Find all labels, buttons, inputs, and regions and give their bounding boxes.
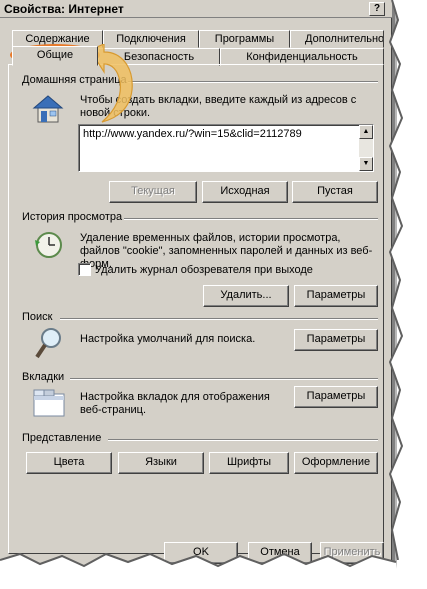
- home-group-divider: [128, 81, 378, 83]
- tabs-window-icon: [33, 389, 65, 417]
- history-settings-button[interactable]: Параметры: [294, 285, 378, 307]
- tab-advanced[interactable]: Дополнительно: [290, 30, 384, 48]
- help-button[interactable]: ?: [369, 2, 385, 16]
- apply-button[interactable]: Применить: [320, 542, 384, 564]
- use-blank-button[interactable]: Пустая: [292, 181, 378, 203]
- search-group-title: Поиск: [22, 311, 53, 323]
- use-current-button[interactable]: Текущая: [109, 181, 197, 203]
- search-description: Настройка умолчаний для поиска.: [80, 333, 256, 345]
- appearance-group-divider: [108, 439, 378, 441]
- cancel-button[interactable]: Отмена: [248, 542, 312, 564]
- url-scrollbar[interactable]: ▲ ▼: [359, 125, 373, 171]
- appearance-group-title: Представление: [22, 432, 102, 444]
- house-icon: [32, 95, 64, 123]
- tabs-group-title: Вкладки: [22, 371, 65, 383]
- delete-history-on-exit-label: Удалить журнал обозревателя при выходе: [95, 264, 313, 276]
- tabs-settings-button[interactable]: Параметры: [294, 386, 378, 408]
- tabs-description: Настройка вкладок для отображения веб-ст…: [80, 391, 270, 416]
- internet-options-dialog: Свойства: Интернет ? Содержание Подключе…: [0, 0, 392, 589]
- scroll-down-icon[interactable]: ▼: [359, 157, 373, 171]
- accessibility-button[interactable]: Оформление: [294, 452, 378, 474]
- history-group-divider: [124, 218, 378, 220]
- magnifier-icon: [35, 328, 61, 359]
- home-description: Чтобы создать вкладки, введите каждый из…: [80, 94, 357, 119]
- home-page-group-title: Домашняя страница: [22, 74, 127, 86]
- fonts-button[interactable]: Шрифты: [209, 452, 289, 474]
- home-page-url-value: http://www.yandex.ru/?win=15&clid=211278…: [83, 128, 302, 140]
- home-page-url-field[interactable]: http://www.yandex.ru/?win=15&clid=211278…: [78, 124, 374, 172]
- tab-general[interactable]: Общие: [12, 46, 98, 66]
- tab-connections[interactable]: Подключения: [103, 30, 199, 48]
- ok-button[interactable]: OK: [164, 542, 238, 564]
- window-title: Свойства: Интернет: [4, 2, 124, 16]
- scroll-up-icon[interactable]: ▲: [359, 125, 373, 139]
- title-bar: Свойства: Интернет ?: [0, 0, 392, 18]
- delete-history-button[interactable]: Удалить...: [203, 285, 289, 307]
- delete-history-on-exit-checkbox[interactable]: [78, 263, 91, 276]
- search-group-divider: [60, 318, 378, 320]
- history-group-title: История просмотра: [22, 211, 123, 223]
- colors-button[interactable]: Цвета: [26, 452, 112, 474]
- tab-programs[interactable]: Программы: [199, 30, 290, 48]
- clock-refresh-icon: [35, 232, 62, 258]
- languages-button[interactable]: Языки: [118, 452, 204, 474]
- use-default-button[interactable]: Исходная: [202, 181, 288, 203]
- search-settings-button[interactable]: Параметры: [294, 329, 378, 351]
- tabs-group-divider: [70, 378, 378, 380]
